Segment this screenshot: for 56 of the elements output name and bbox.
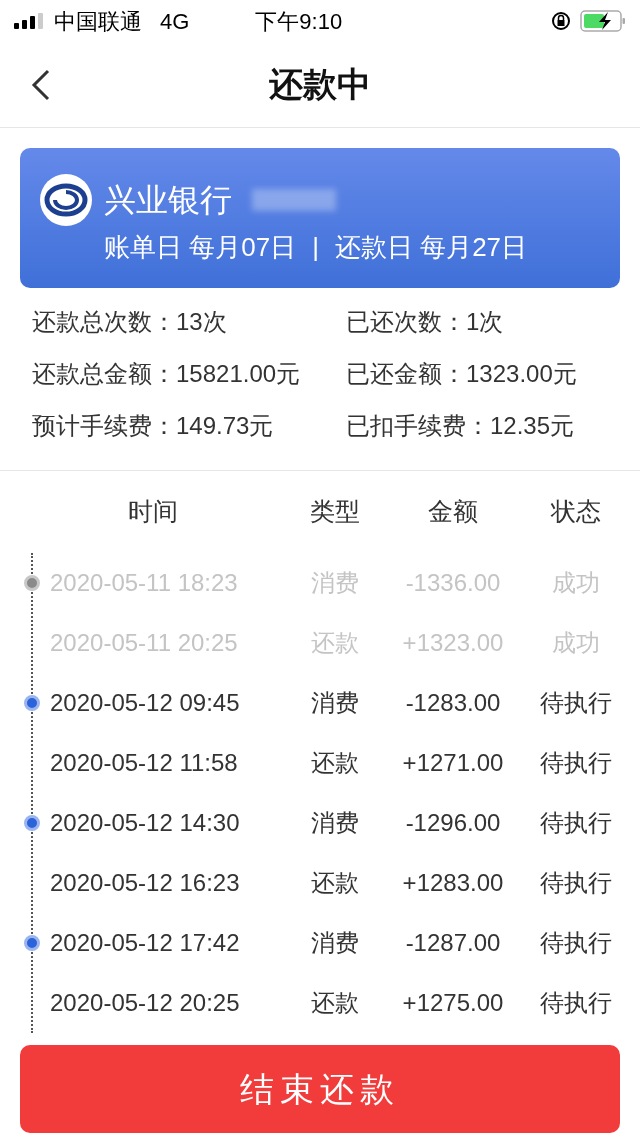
time-cell-text: 2020-05-12 14:30: [50, 808, 241, 838]
page-title: 还款中: [269, 64, 371, 105]
column-header: 时间: [127, 496, 179, 528]
status-cell-text: 成功: [551, 628, 601, 658]
signal-icon: [14, 13, 44, 29]
time-cell-text: 2020-05-12 09:45: [50, 688, 241, 718]
amount-cell-text: +1275.00: [401, 988, 505, 1018]
carrier-name: 中国联通: [54, 7, 142, 36]
stat-text: 已扣手续费：12.35元: [346, 411, 576, 441]
amount-cell-text: -1283.00: [404, 688, 502, 718]
column-header: 状态: [549, 496, 602, 528]
time-cell-text: 2020-05-12 20:25: [50, 988, 241, 1018]
status-cell-text: 待执行: [539, 748, 613, 778]
stat-text: 还款总金额：15821.00元: [32, 359, 302, 389]
network-type: 4G: [160, 7, 190, 36]
amount-cell-text: +1271.00: [401, 748, 505, 778]
status-cell-text: 待执行: [539, 928, 613, 958]
amount-cell-text: +1283.00: [401, 868, 505, 898]
time-cell-text: 2020-05-12 16:23: [50, 868, 241, 898]
amount-cell-text: -1296.00: [404, 808, 502, 838]
type-cell-text: 消费: [310, 688, 360, 718]
status-cell-text: 待执行: [539, 868, 613, 898]
amount-cell-text: +1323.00: [401, 628, 505, 658]
type-cell-text: 还款: [310, 868, 360, 898]
status-cell-text: 成功: [551, 568, 601, 598]
type-cell-text: 还款: [310, 628, 360, 658]
stat-text: 已还次数：1次: [346, 307, 505, 337]
type-cell-text: 还款: [310, 748, 360, 778]
column-header: 类型: [309, 496, 361, 528]
time-cell-text: 2020-05-11 20:25: [50, 628, 239, 658]
stat-text: 已还金额：1323.00元: [346, 359, 578, 389]
type-cell-text: 消费: [310, 928, 360, 958]
time-cell-text: 2020-05-12 11:58: [50, 748, 239, 778]
bill-day: 账单日 每月07日: [104, 227, 297, 267]
type-cell-text: 消费: [310, 808, 360, 838]
type-cell-text: 还款: [310, 988, 360, 1018]
bank-name: 兴业银行: [104, 180, 232, 220]
stat-text: 预计手续费：149.73元: [32, 411, 275, 441]
status-cell-text: 待执行: [539, 688, 613, 718]
amount-cell-text: -1336.00: [404, 568, 502, 598]
separator: |: [312, 230, 319, 264]
battery-icon: [580, 10, 626, 32]
column-header: 金额: [427, 496, 479, 528]
type-cell-text: 消费: [310, 568, 360, 598]
status-cell-text: 待执行: [539, 988, 613, 1018]
status-time: 下午9:10: [255, 7, 343, 36]
end-repayment-button[interactable]: 结束还款: [20, 1045, 620, 1133]
bank-logo-icon: [40, 173, 92, 226]
time-cell-text: 2020-05-12 17:42: [50, 928, 241, 958]
status-cell-text: 待执行: [539, 808, 613, 838]
amount-cell-text: -1287.00: [404, 928, 502, 958]
time-cell-text: 2020-05-11 18:23: [50, 568, 239, 598]
repay-day: 还款日 每月27日: [334, 227, 528, 267]
rotation-lock-icon: [550, 10, 572, 32]
back-icon: [31, 69, 51, 101]
stat-text: 还款总次数：13次: [32, 307, 228, 337]
